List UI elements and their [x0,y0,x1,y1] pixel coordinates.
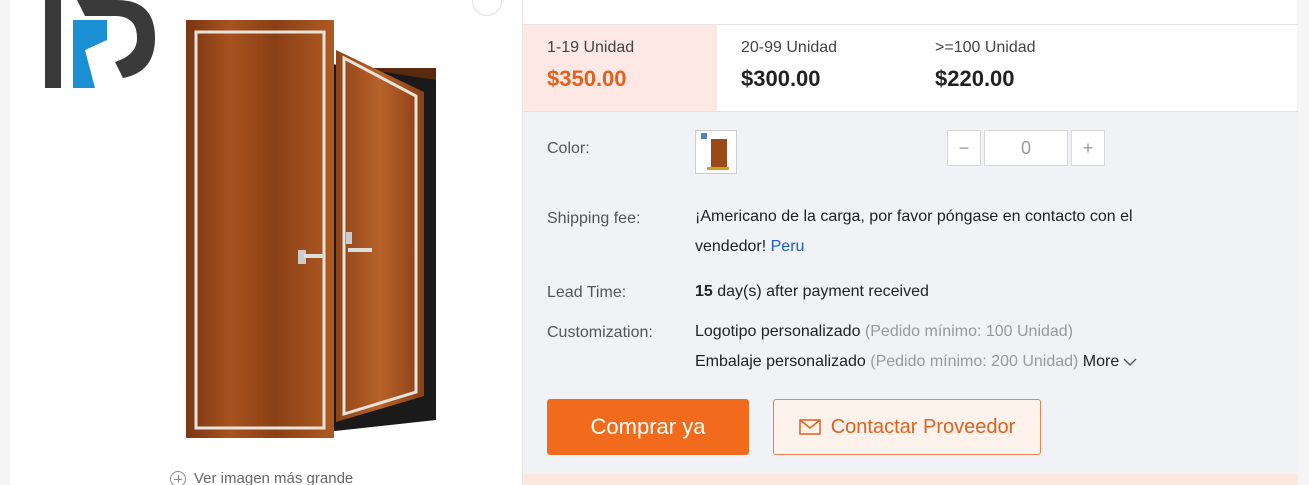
lead-time-value: 15 day(s) after payment received [695,277,929,307]
tier-quantity: 1-19 Unidad [547,39,635,56]
quantity-decrease-button[interactable]: − [947,130,981,166]
contact-supplier-label: Contactar Proveedor [830,415,1016,438]
lead-time-suffix: day(s) after payment received [717,283,929,300]
envelope-icon [798,419,821,435]
brand-logo-icon [45,0,155,88]
customization-label: Customization: [547,324,653,341]
tier-quantity: 20-99 Unidad [741,39,838,56]
customization-item-note: (Pedido mínimo: 100 Unidad) [864,323,1074,340]
customization-item-name: Logotipo personalizado [695,323,861,340]
product-options: Color: − 0 + Shipping fee: ¡Americano de… [523,111,1298,485]
customization-item-name: Embalaje personalizado [695,353,866,370]
shipping-text-line1: ¡Americano de la carga, por favor póngas… [695,208,1133,225]
chevron-down-icon [1123,358,1137,366]
quantity-input[interactable]: 0 [984,130,1068,166]
view-larger-image-link[interactable]: Ver imagen más grande [170,470,353,485]
view-larger-image-label: Ver imagen más grande [194,470,354,485]
product-gallery: Ver imagen más grande [10,0,522,485]
buy-now-button[interactable]: Comprar ya [547,399,749,455]
shipping-text-line2: vendedor! Peru [695,232,1133,262]
lead-time-days: 15 [695,283,713,300]
color-swatch[interactable] [695,130,737,174]
quantity-stepper: − 0 + [947,130,1105,166]
shipping-destination-link[interactable]: Peru [771,238,805,255]
top-strip [523,0,1298,25]
more-button[interactable]: More [1083,347,1137,377]
price-tier-3[interactable]: >=100 Unidad $220.00 [911,25,1105,111]
customization-item: Logotipo personalizado (Pedido mínimo: 1… [695,317,1137,347]
color-label: Color: [547,140,590,157]
corner-button[interactable] [472,0,502,16]
wooden-double-door-image[interactable] [186,20,436,440]
tier-price: $300.00 [741,66,821,91]
contact-supplier-button[interactable]: Contactar Proveedor [773,399,1041,455]
price-tiers: 1-19 Unidad $350.00 20-99 Unidad $300.00… [523,25,1298,111]
zoom-in-icon [170,470,186,485]
bottom-bar [523,474,1298,485]
price-tier-1[interactable]: 1-19 Unidad $350.00 [523,25,717,111]
quantity-increase-button[interactable]: + [1071,130,1105,166]
customization-item-note: (Pedido mínimo: 200 Unidad) [870,353,1079,370]
shipping-text: vendedor! [695,238,767,255]
door-thumbnail-icon [701,133,729,170]
customization-item: Embalaje personalizado (Pedido mínimo: 2… [695,347,1137,377]
shipping-value: ¡Americano de la carga, por favor póngas… [695,202,1133,262]
customization-value: Logotipo personalizado (Pedido mínimo: 1… [695,317,1137,377]
more-label: More [1082,353,1120,370]
lead-time-label: Lead Time: [547,284,627,301]
tier-price: $220.00 [935,66,1015,91]
tier-quantity: >=100 Unidad [935,39,1036,56]
price-tier-2[interactable]: 20-99 Unidad $300.00 [717,25,911,111]
tier-price: $350.00 [547,66,627,91]
shipping-label: Shipping fee: [547,210,641,227]
product-details: 1-19 Unidad $350.00 20-99 Unidad $300.00… [522,0,1298,485]
